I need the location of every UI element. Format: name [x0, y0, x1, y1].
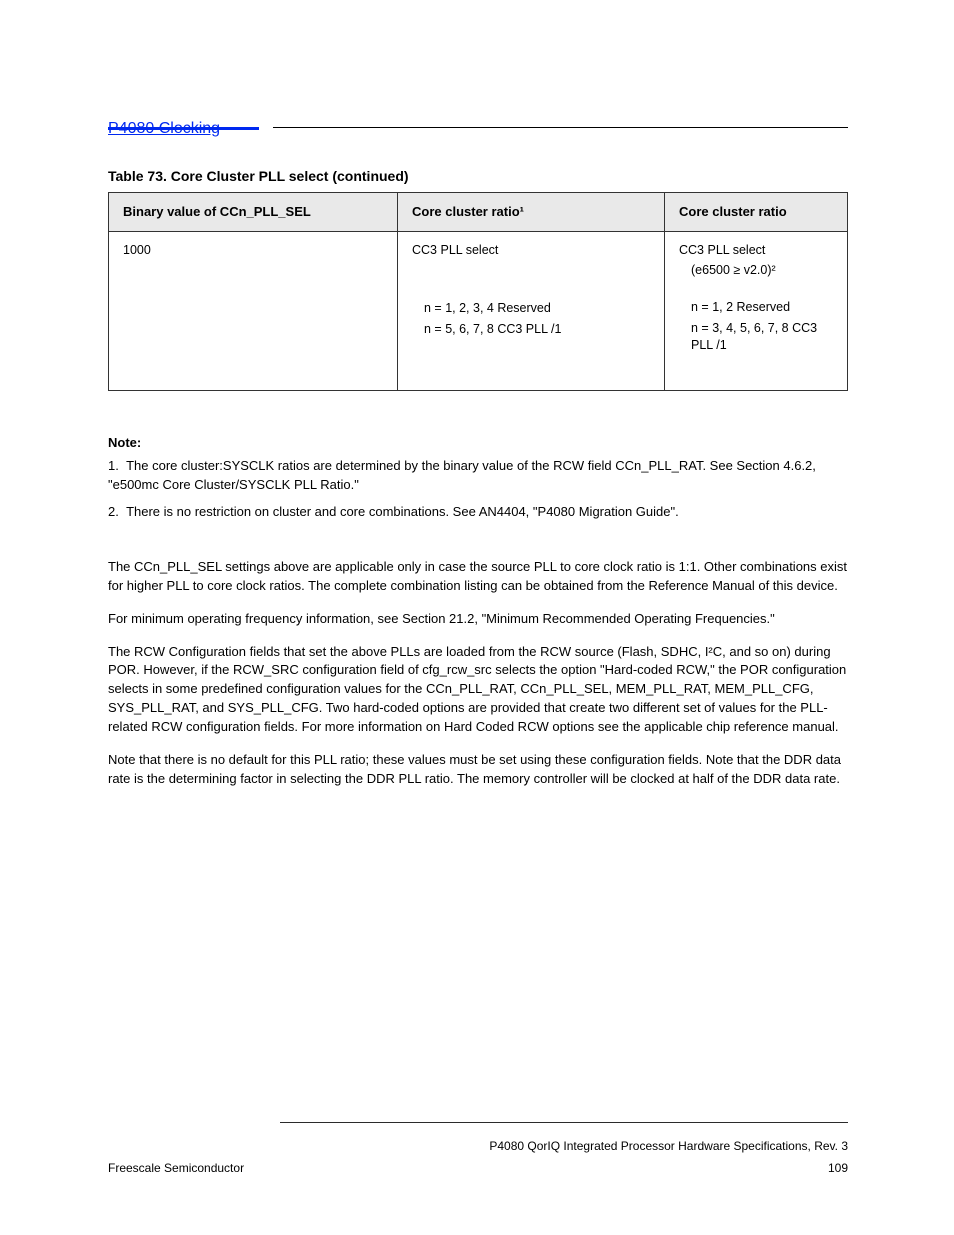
paragraph: The RCW Configuration fields that set th…: [108, 643, 848, 737]
table-note: Note:: [108, 434, 848, 453]
cell-text: n = 3, 4, 5, 6, 7, 8 CC3 PLL /1: [691, 320, 833, 354]
page-footer: P4080 QorIQ Integrated Processor Hardwar…: [108, 1138, 848, 1176]
cell-subtitle: (e6500 ≥ v2.0)²: [691, 262, 833, 279]
table-notes: Note: 1. The core cluster:SYSCLK ratios …: [108, 434, 848, 535]
cell-code: 1000: [109, 231, 398, 390]
cell-text: n = 1, 2 Reserved: [691, 299, 833, 316]
paragraph: The CCn_PLL_SEL settings above are appli…: [108, 558, 848, 596]
col-header-2: Core cluster ratio: [665, 193, 848, 232]
footer-doc-title: P4080 QorIQ Integrated Processor Hardwar…: [108, 1138, 848, 1154]
table-row: 1000 CC3 PLL select n = 1, 2, 3, 4 Reser…: [109, 231, 848, 390]
table-note-1: 1. The core cluster:SYSCLK ratios are de…: [108, 457, 848, 495]
cell-title: CC3 PLL select: [412, 242, 650, 259]
cell-text: n = 5, 6, 7, 8 CC3 PLL /1: [424, 321, 650, 338]
header-rule-accent: [108, 127, 259, 130]
table-body: 1000 CC3 PLL select n = 1, 2, 3, 4 Reser…: [109, 231, 848, 390]
table-header-row: Binary value of CCn_PLL_SEL Core cluster…: [109, 193, 848, 232]
cell-ratio-a: CC3 PLL select n = 1, 2, 3, 4 Reserved n…: [398, 231, 665, 390]
spec-table: Binary value of CCn_PLL_SEL Core cluster…: [108, 192, 848, 391]
cell-ratio-b: CC3 PLL select (e6500 ≥ v2.0)² n = 1, 2 …: [665, 231, 848, 390]
table-header: Binary value of CCn_PLL_SEL Core cluster…: [109, 193, 848, 232]
paragraph: For minimum operating frequency informat…: [108, 610, 848, 629]
col-header-0: Binary value of CCn_PLL_SEL: [109, 193, 398, 232]
header-rule: [273, 127, 848, 128]
footer-company: Freescale Semiconductor: [108, 1160, 244, 1176]
footer-page-number: 109: [828, 1160, 848, 1176]
cell-text: n = 1, 2, 3, 4 Reserved: [424, 300, 650, 317]
table-note-2: 2. There is no restriction on cluster an…: [108, 503, 848, 522]
table-caption: Table 73. Core Cluster PLL select (conti…: [108, 167, 409, 186]
cell-text: 1000: [123, 242, 383, 259]
footer-rule: [280, 1122, 848, 1123]
paragraph: Note that there is no default for this P…: [108, 751, 848, 789]
running-head: P4080 Clocking: [108, 118, 848, 140]
body-copy: The CCn_PLL_SEL settings above are appli…: [108, 558, 848, 802]
col-header-1: Core cluster ratio¹: [398, 193, 665, 232]
cell-title: CC3 PLL select: [679, 242, 833, 259]
